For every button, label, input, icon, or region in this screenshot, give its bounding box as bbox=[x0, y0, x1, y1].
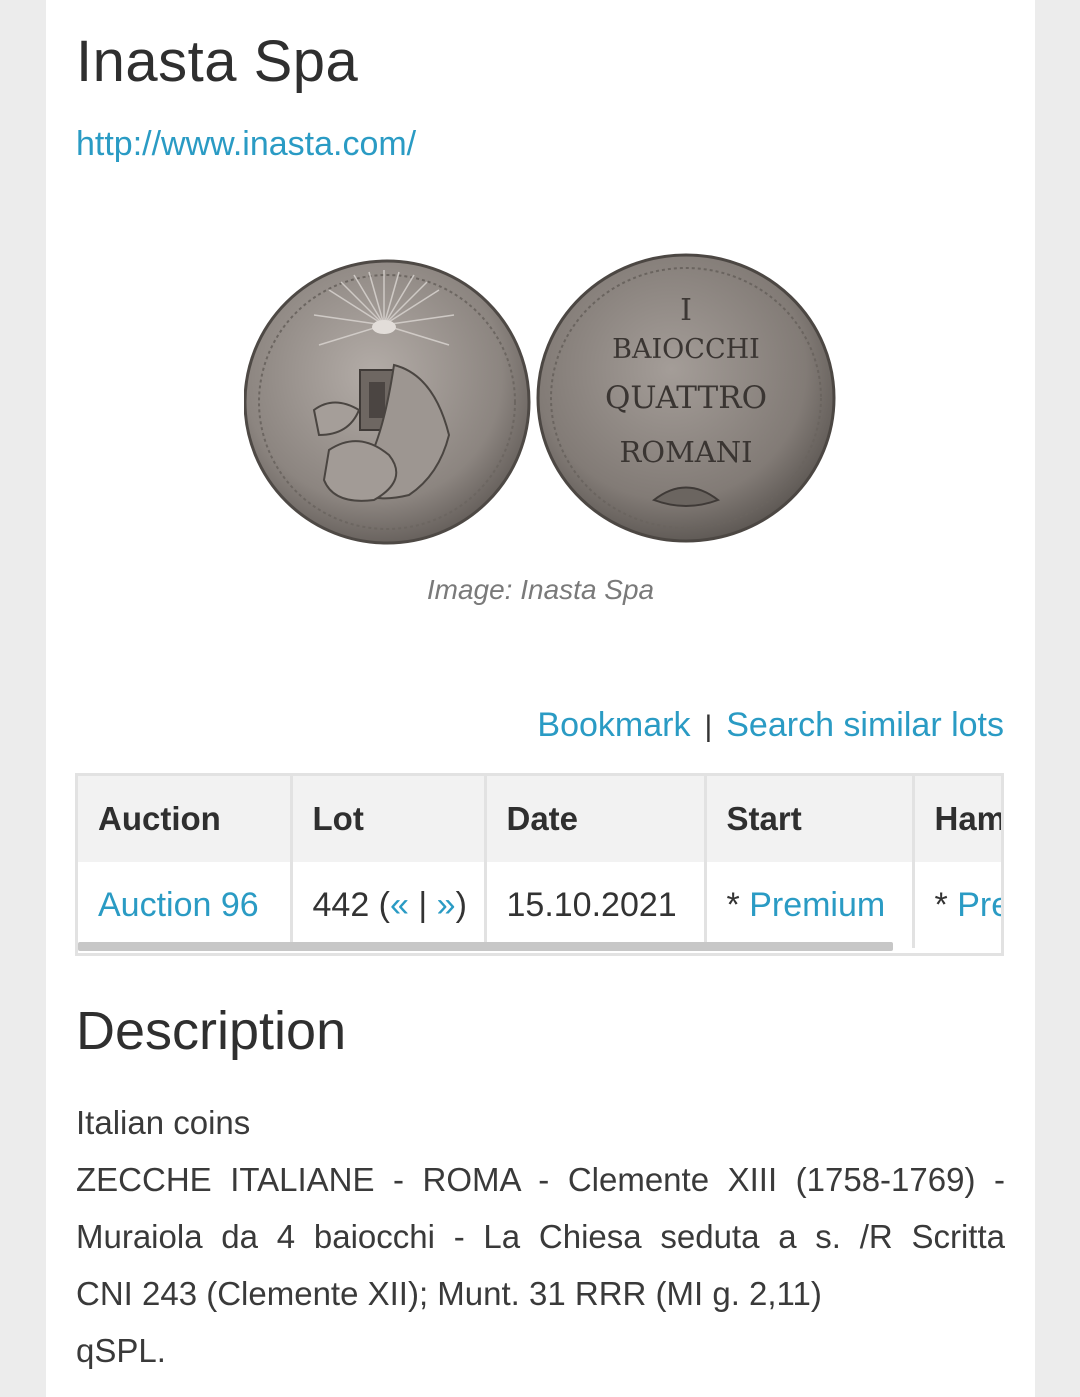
description-line: CNI 243 (Clemente XII); Munt. 31 RRR (MI… bbox=[76, 1275, 822, 1312]
table-horizontal-scrollbar[interactable] bbox=[78, 942, 893, 951]
auction-link[interactable]: Auction 96 bbox=[98, 886, 259, 924]
coin-reverse-line-3: ROMANI bbox=[619, 435, 752, 469]
description-line: Muraiola da 4 baiocchi - La Chiesa sedut… bbox=[76, 1218, 1005, 1255]
table-row: Auction 96 442 (« | ») 15.10.2021 * Prem… bbox=[78, 862, 1001, 948]
column-header-date: Date bbox=[485, 776, 707, 862]
next-lot-link[interactable]: » bbox=[437, 886, 456, 924]
hammer-prefix: * bbox=[934, 885, 958, 924]
prev-lot-link[interactable]: « bbox=[390, 886, 409, 924]
lot-cell: 442 (« | ») bbox=[291, 862, 487, 948]
column-header-lot: Lot bbox=[291, 776, 487, 862]
description-line: ZECCHE ITALIANE - ROMA - Clemente XIII (… bbox=[76, 1161, 1005, 1198]
company-url-link[interactable]: http://www.inasta.com/ bbox=[76, 125, 1005, 164]
search-similar-lots-link[interactable]: Search similar lots bbox=[726, 706, 1004, 744]
hammer-premium-link[interactable]: Premium bbox=[957, 886, 1001, 924]
auction-cell: Auction 96 bbox=[78, 862, 293, 948]
lot-table: Auction Lot Date Start Ham Auction 96 44… bbox=[78, 776, 1001, 948]
column-header-hammer: Ham bbox=[913, 776, 1001, 862]
start-prefix: * bbox=[726, 885, 750, 924]
description-line: qSPL. bbox=[76, 1332, 166, 1369]
lot-close-paren: ) bbox=[455, 885, 467, 924]
description-body: Italian coins ZECCHE ITALIANE - ROMA - C… bbox=[76, 1094, 1005, 1379]
coin-reverse: I BAIOCCHI QUATTRO ROMANI bbox=[536, 253, 836, 543]
page-title: Inasta Spa bbox=[76, 29, 359, 94]
lot-actions: Bookmark | Search similar lots bbox=[537, 706, 1004, 745]
bookmark-link[interactable]: Bookmark bbox=[537, 706, 690, 744]
start-cell: * Premium bbox=[705, 862, 915, 948]
coin-reverse-line-1: BAIOCCHI bbox=[612, 334, 760, 365]
column-header-start: Start bbox=[705, 776, 915, 862]
column-header-auction: Auction bbox=[78, 776, 293, 862]
coin-obverse bbox=[244, 259, 531, 545]
lot-nav-separator: | bbox=[408, 885, 437, 924]
description-heading: Description bbox=[76, 1001, 347, 1061]
hammer-cell: * Premium bbox=[913, 862, 1001, 948]
lot-page: Inasta Spa http://www.inasta.com/ I BAIO… bbox=[46, 0, 1035, 1397]
date-cell: 15.10.2021 bbox=[485, 862, 707, 948]
table-header-row: Auction Lot Date Start Ham bbox=[78, 776, 1001, 862]
actions-separator: | bbox=[704, 710, 713, 743]
image-caption: Image: Inasta Spa bbox=[426, 574, 655, 605]
svg-text:I: I bbox=[680, 293, 692, 328]
coin-image[interactable]: I BAIOCCHI QUATTRO ROMANI bbox=[244, 250, 838, 550]
lot-table-container[interactable]: Auction Lot Date Start Ham Auction 96 44… bbox=[75, 773, 1004, 956]
description-category: Italian coins bbox=[76, 1104, 251, 1141]
coin-reverse-line-2: QUATTRO bbox=[605, 380, 767, 416]
start-premium-link[interactable]: Premium bbox=[749, 886, 885, 924]
lot-number: 442 ( bbox=[312, 885, 391, 924]
